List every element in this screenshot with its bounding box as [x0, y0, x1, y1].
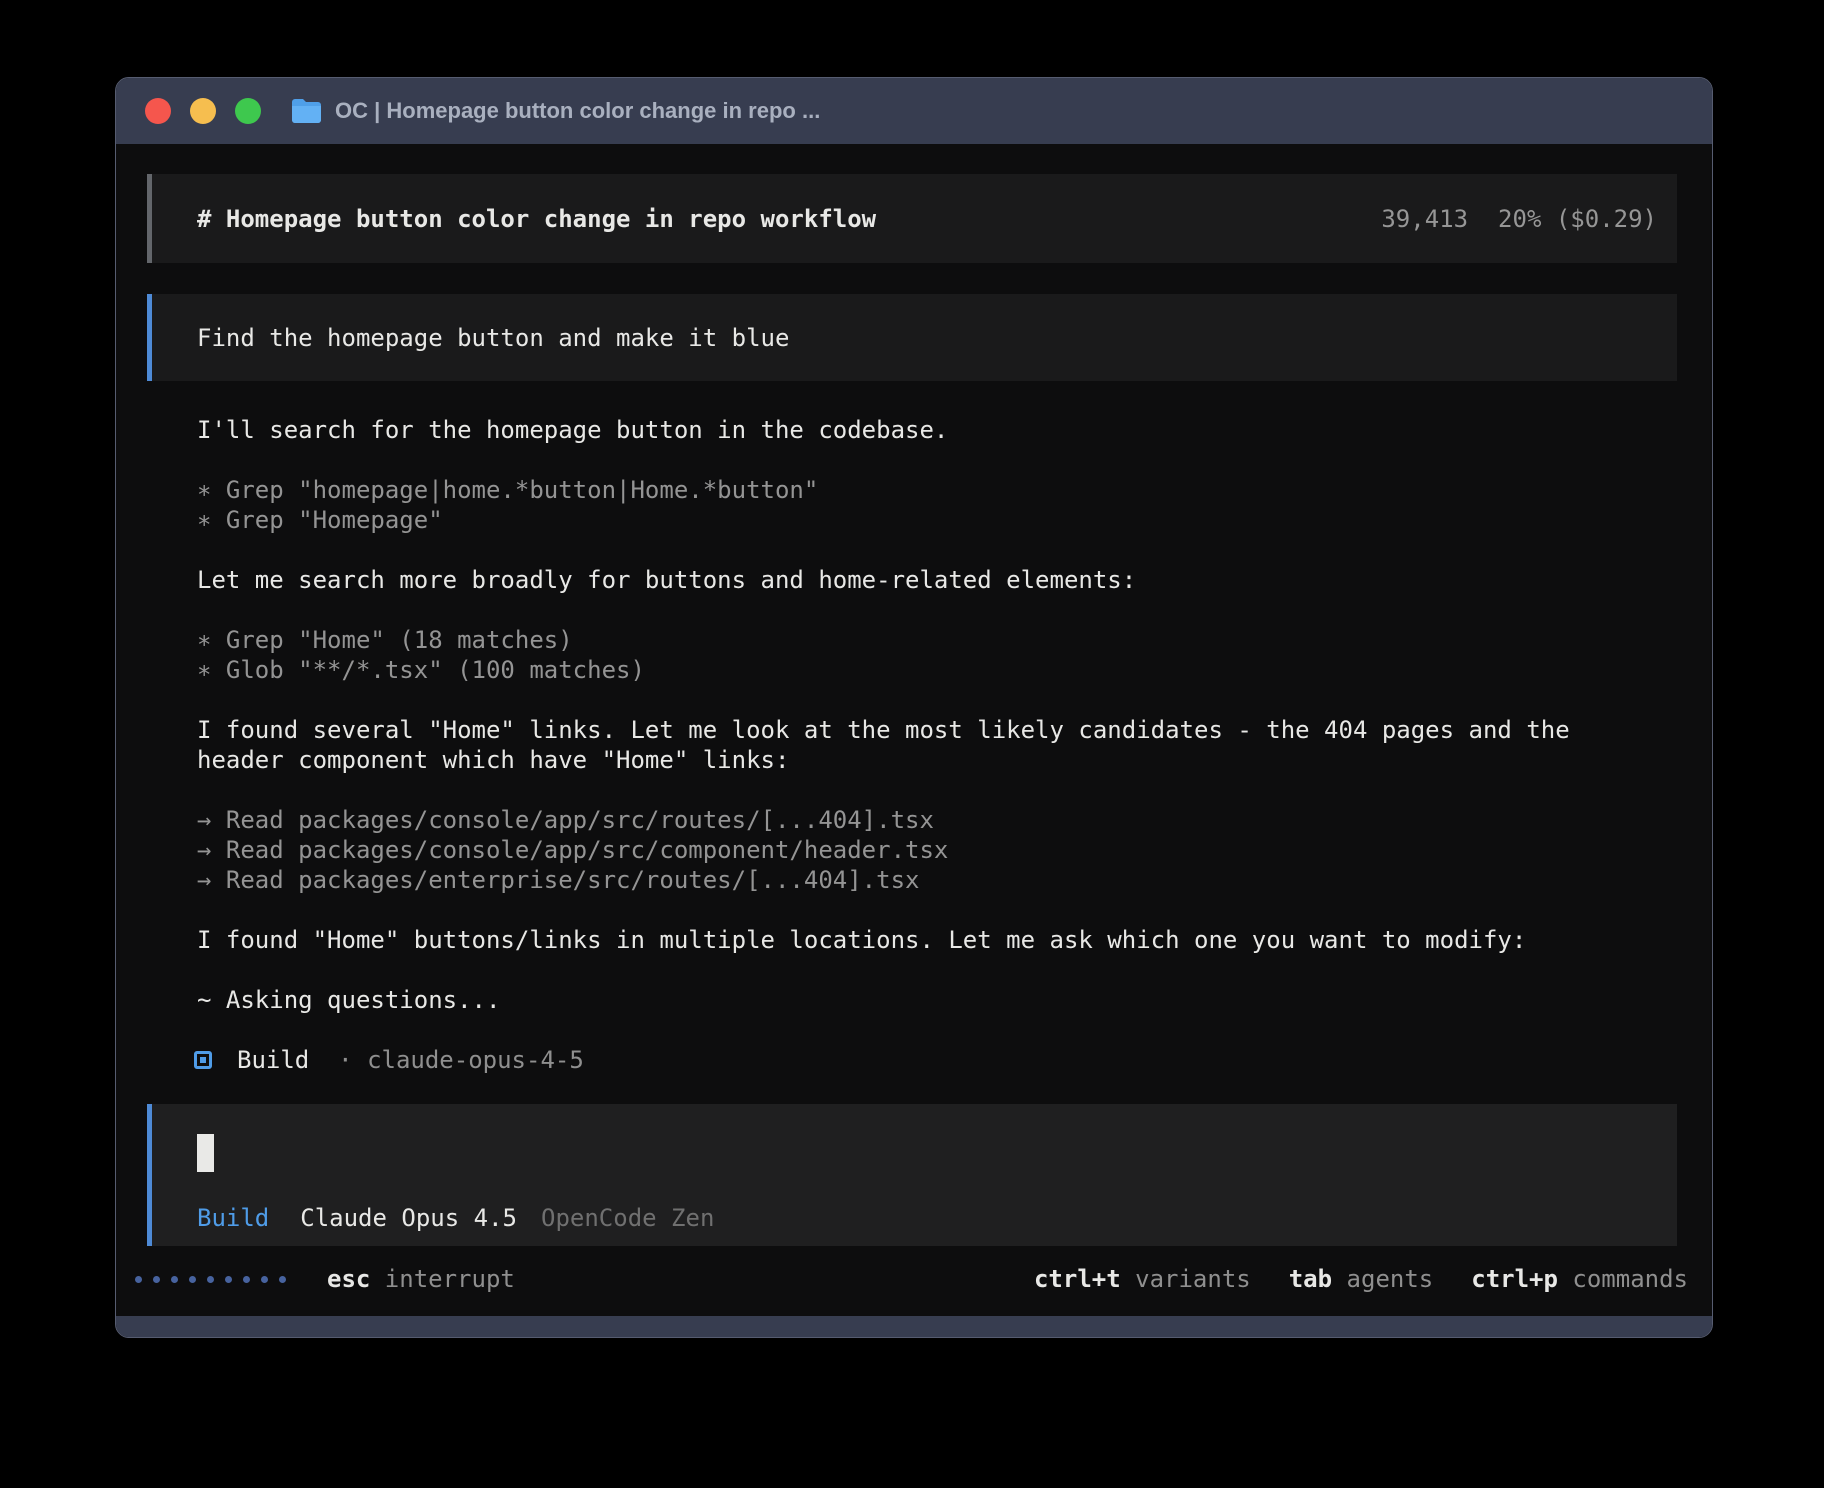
terminal-window: OC | Homepage button color change in rep… — [115, 77, 1713, 1338]
input-footer: Build Claude Opus 4.5 OpenCode Zen — [197, 1203, 1657, 1233]
spinner-dot — [279, 1276, 286, 1283]
transcript-line: ∗ Grep "Homepage" — [197, 505, 1677, 535]
hint-key: tab — [1289, 1265, 1332, 1293]
user-message-text: Find the homepage button and make it blu… — [197, 323, 789, 353]
spinner-dot — [243, 1276, 250, 1283]
key-hint-ctrl-t: ctrl+t variants — [1034, 1264, 1251, 1294]
agent-build-icon — [194, 1051, 212, 1069]
transcript-line: I found several "Home" links. Let me loo… — [197, 715, 1677, 745]
hint-label: commands — [1558, 1265, 1688, 1293]
hint-label: agents — [1332, 1265, 1433, 1293]
titlebar: OC | Homepage button color change in rep… — [116, 78, 1712, 144]
transcript-line: ~ Asking questions... — [197, 985, 1677, 1015]
user-message: Find the homepage button and make it blu… — [147, 294, 1677, 381]
agent-status-line: Build · claude-opus-4-5 — [194, 1045, 1677, 1075]
transcript-line: ∗ Grep "Home" (18 matches) — [197, 625, 1677, 655]
spinner-dot — [261, 1276, 268, 1283]
spinner-dot — [135, 1276, 142, 1283]
spinner-dot — [189, 1276, 196, 1283]
prompt-input[interactable]: Build Claude Opus 4.5 OpenCode Zen — [147, 1104, 1677, 1246]
spinner-dot — [207, 1276, 214, 1283]
transcript-line: ∗ Grep "homepage|home.*button|Home.*butt… — [197, 475, 1677, 505]
transcript-line: header component which have "Home" links… — [197, 745, 1677, 775]
transcript-group-assistant: I found "Home" buttons/links in multiple… — [197, 925, 1677, 955]
hint-label: variants — [1121, 1265, 1251, 1293]
session-header: # Homepage button color change in repo w… — [147, 174, 1677, 263]
fullscreen-button[interactable] — [235, 98, 261, 124]
hint-key: ctrl+t — [1034, 1265, 1121, 1293]
spinner-dot — [225, 1276, 232, 1283]
agent-separator — [309, 1045, 338, 1075]
transcript-group-assistant: ~ Asking questions... — [197, 985, 1677, 1015]
hint-label: interrupt — [370, 1265, 515, 1293]
transcript-line: Let me search more broadly for buttons a… — [197, 565, 1677, 595]
transcript-group-tool: → Read packages/console/app/src/routes/[… — [197, 805, 1677, 895]
transcript-group-tool: ∗ Grep "homepage|home.*button|Home.*butt… — [197, 475, 1677, 535]
token-count: 39,413 — [1381, 205, 1468, 233]
key-hint-tab: tab agents — [1289, 1264, 1434, 1294]
session-stats: 39,413 20% ($0.29) — [1266, 174, 1657, 264]
agent-model — [353, 1045, 367, 1075]
spinner-dot — [153, 1276, 160, 1283]
window-footer-bar — [116, 1316, 1712, 1338]
transcript-group-tool: ∗ Grep "Home" (18 matches)∗ Glob "**/*.t… — [197, 625, 1677, 685]
transcript-line: → Read packages/console/app/src/routes/[… — [197, 805, 1677, 835]
transcript-line: → Read packages/console/app/src/componen… — [197, 835, 1677, 865]
folder-icon — [291, 98, 322, 124]
transcript-group-assistant: I'll search for the homepage button in t… — [197, 415, 1677, 445]
spinner-dots — [135, 1276, 297, 1283]
transcript-line: ∗ Glob "**/*.tsx" (100 matches) — [197, 655, 1677, 685]
agent-dot: · — [338, 1045, 352, 1075]
transcript-group-assistant: Let me search more broadly for buttons a… — [197, 565, 1677, 595]
statusbar-left-hints: esc interrupt — [327, 1264, 515, 1294]
assistant-transcript: I'll search for the homepage button in t… — [197, 415, 1677, 1015]
close-button[interactable] — [145, 98, 171, 124]
agent-name: Build — [237, 1045, 309, 1075]
transcript-line: → Read packages/enterprise/src/routes/[.… — [197, 865, 1677, 895]
hint-key: esc — [327, 1265, 370, 1293]
key-hint-esc: esc interrupt — [327, 1265, 515, 1293]
hint-key: ctrl+p — [1471, 1265, 1558, 1293]
input-provider-label: OpenCode Zen — [541, 1203, 714, 1233]
text-cursor — [197, 1134, 214, 1172]
input-model-label[interactable]: Claude Opus 4.5 — [300, 1203, 517, 1233]
spinner-dot — [171, 1276, 178, 1283]
minimize-button[interactable] — [190, 98, 216, 124]
statusbar: esc interrupt ctrl+t variantstab agentsc… — [116, 1264, 1712, 1294]
input-agent-label[interactable]: Build — [197, 1203, 269, 1233]
terminal-content: # Homepage button color change in repo w… — [116, 144, 1712, 1246]
statusbar-right-hints: ctrl+t variants tab agents ctrl+p commands — [1034, 1264, 1688, 1294]
transcript-line: I'll search for the homepage button in t… — [197, 415, 1677, 445]
transcript-group-assistant: I found several "Home" links. Let me loo… — [197, 715, 1677, 775]
window-title: OC | Homepage button color change in rep… — [335, 98, 820, 124]
key-hint-ctrl-p: ctrl+p commands — [1471, 1264, 1688, 1294]
context-cost: 20% ($0.29) — [1498, 205, 1657, 233]
agent-model-name: claude-opus-4-5 — [367, 1045, 584, 1075]
session-title: # Homepage button color change in repo w… — [197, 204, 876, 234]
transcript-line: I found "Home" buttons/links in multiple… — [197, 925, 1677, 955]
